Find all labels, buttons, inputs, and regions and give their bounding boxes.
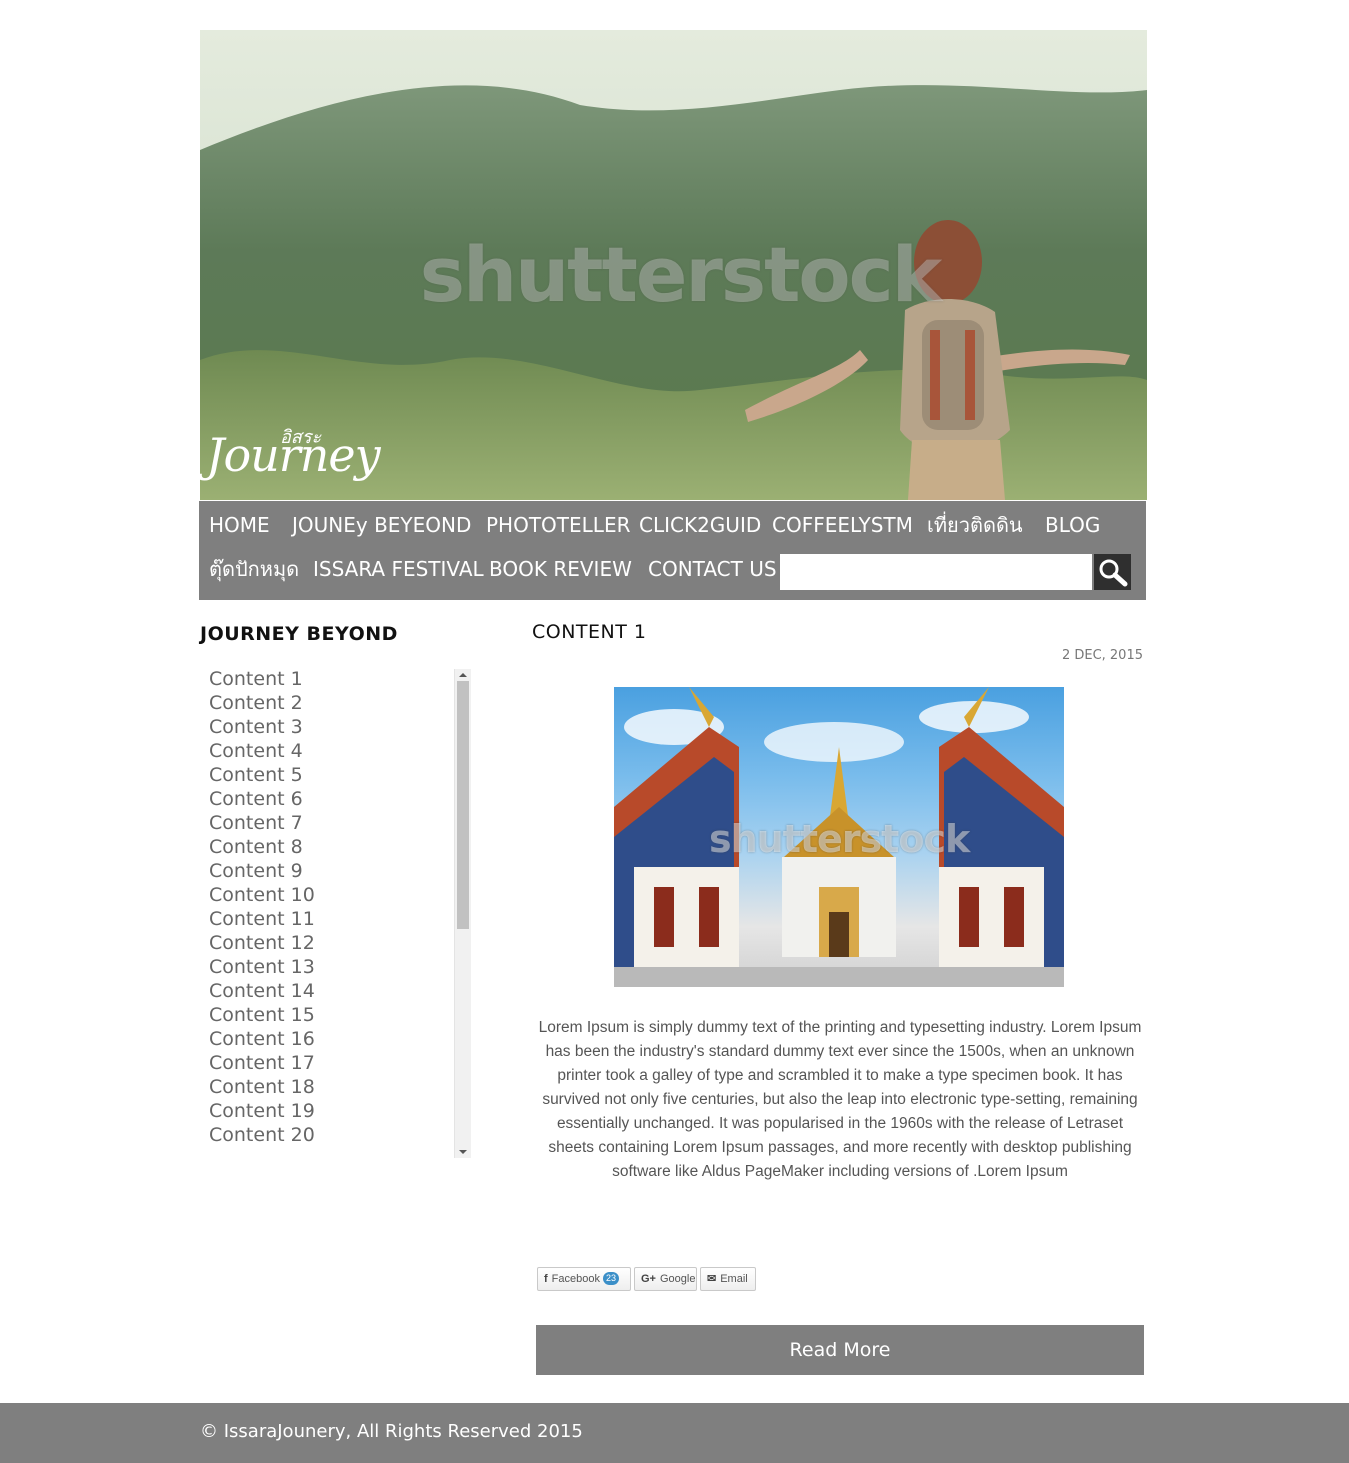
list-item[interactable]: Content 3 bbox=[209, 715, 471, 739]
footer-copyright: © IssaraJounery, All Rights Reserved 201… bbox=[200, 1421, 583, 1442]
list-item[interactable]: Content 14 bbox=[209, 979, 471, 1003]
sidebar-content-list: Content 1 Content 2 Content 3 Content 4 … bbox=[200, 667, 471, 1157]
list-item[interactable]: Content 11 bbox=[209, 907, 471, 931]
list-item[interactable]: Content 17 bbox=[209, 1051, 471, 1075]
scroll-up-arrow-icon[interactable] bbox=[459, 673, 467, 677]
list-item[interactable]: Content 1 bbox=[209, 667, 471, 691]
facebook-share-button[interactable]: f Facebook 23 bbox=[537, 1267, 631, 1291]
list-item[interactable]: Content 4 bbox=[209, 739, 471, 763]
content-date: 2 DEC, 2015 bbox=[1061, 648, 1143, 663]
list-item[interactable]: Content 16 bbox=[209, 1027, 471, 1051]
list-item[interactable]: Content 2 bbox=[209, 691, 471, 715]
scroll-down-arrow-icon[interactable] bbox=[459, 1150, 467, 1154]
nav-tood-pak-mood[interactable]: ตุ๊ดปักหมุด bbox=[209, 557, 299, 581]
content-title: CONTENT 1 bbox=[532, 621, 647, 643]
list-item[interactable]: Content 6 bbox=[209, 787, 471, 811]
nav-phototeller[interactable]: PHOTOTELLER bbox=[486, 513, 630, 537]
email-share-label: Email bbox=[720, 1273, 748, 1285]
logo-main-text: Journey bbox=[206, 428, 381, 482]
footer: © IssaraJounery, All Rights Reserved 201… bbox=[0, 1403, 1349, 1463]
nav-journey-beyond[interactable]: JOUNEy BEYEOND bbox=[292, 513, 471, 537]
search-input[interactable] bbox=[780, 554, 1092, 590]
list-item[interactable]: Content 19 bbox=[209, 1099, 471, 1123]
google-share-button[interactable]: G+ Google bbox=[634, 1267, 697, 1291]
shutterstock-watermark: shutterstock bbox=[419, 230, 943, 319]
nav-click2guid[interactable]: CLICK2GUID bbox=[639, 513, 761, 537]
list-item[interactable]: Content 7 bbox=[209, 811, 471, 835]
list-item[interactable]: Content 18 bbox=[209, 1075, 471, 1099]
scrollbar-thumb[interactable] bbox=[457, 681, 469, 929]
read-more-button[interactable]: Read More bbox=[536, 1325, 1144, 1375]
nav-book-review[interactable]: BOOK REVIEW bbox=[489, 557, 632, 581]
list-item[interactable]: Content 20 bbox=[209, 1123, 471, 1147]
hero-banner: shutterstock อิสระ Journey bbox=[200, 30, 1147, 500]
google-share-label: Google bbox=[659, 1273, 696, 1285]
nav-issara-festival[interactable]: ISSARA FESTIVAL bbox=[313, 557, 484, 581]
facebook-share-label: Facebook bbox=[551, 1273, 600, 1285]
nav-coffeelystm[interactable]: COFFEELYSTM bbox=[772, 513, 913, 537]
nav-tiew-tid-din[interactable]: เที่ยวติดดิน bbox=[927, 513, 1023, 537]
list-item[interactable]: Content 12 bbox=[209, 931, 471, 955]
list-item[interactable]: Content 5 bbox=[209, 763, 471, 787]
nav-home[interactable]: HOME bbox=[209, 513, 270, 537]
temple-image: shutterstock bbox=[614, 687, 1064, 987]
list-item[interactable]: Content 15 bbox=[209, 1003, 471, 1027]
main-nav: HOME JOUNEy BEYEOND PHOTOTELLER CLICK2GU… bbox=[199, 501, 1146, 600]
envelope-icon: ✉ bbox=[707, 1273, 717, 1285]
sidebar-scrollbar[interactable] bbox=[454, 669, 471, 1158]
sidebar-title: JOURNEY BEYOND bbox=[200, 623, 398, 645]
list-item[interactable]: Content 8 bbox=[209, 835, 471, 859]
list-item[interactable]: Content 10 bbox=[209, 883, 471, 907]
search-button[interactable] bbox=[1094, 554, 1131, 590]
nav-contact-us[interactable]: CONTACT US bbox=[648, 557, 777, 581]
article-body: Lorem Ipsum is simply dummy text of the … bbox=[538, 1019, 1142, 1180]
magnifier-icon bbox=[1099, 559, 1128, 587]
list-item[interactable]: Content 13 bbox=[209, 955, 471, 979]
facebook-share-count: 23 bbox=[602, 1272, 619, 1285]
site-logo[interactable]: อิสระ Journey bbox=[206, 422, 381, 492]
list-item[interactable]: Content 9 bbox=[209, 859, 471, 883]
nav-blog[interactable]: BLOG bbox=[1045, 513, 1100, 537]
email-share-button[interactable]: ✉ Email bbox=[700, 1267, 756, 1291]
shutterstock-watermark: shutterstock bbox=[709, 817, 970, 861]
facebook-icon: f bbox=[544, 1273, 548, 1285]
google-plus-icon: G+ bbox=[641, 1273, 656, 1285]
